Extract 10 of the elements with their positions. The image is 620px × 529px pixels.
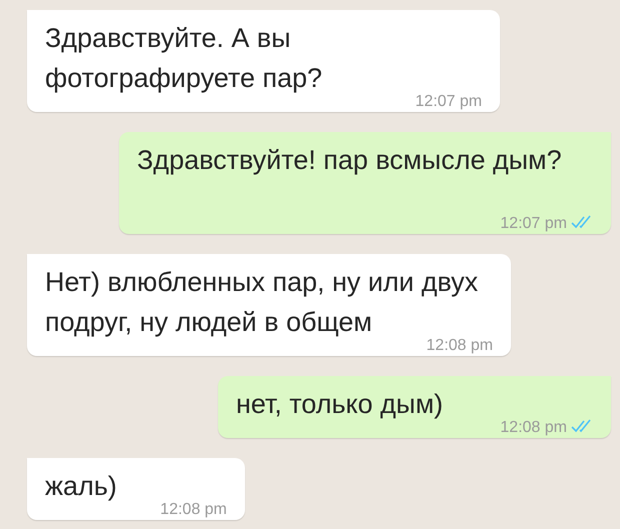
message-time: 12:07 pm [500, 215, 593, 232]
message-text: Здравствуйте. А вы фотографируете пар? [45, 23, 322, 93]
message-time: 12:08 pm [160, 502, 227, 518]
message-text: жаль) [45, 471, 117, 501]
message-time: 12:08 pm [426, 338, 493, 354]
message-time: 12:08 pm [500, 419, 593, 436]
message-text: Нет) влюбленных пар, ну или двух подруг, ну людей в общем [45, 267, 478, 337]
message-time: 12:07 pm [415, 94, 482, 110]
message-text: Здравствуйте! пар всмысле дым? [137, 145, 562, 175]
message-text: нет, только дым) [236, 389, 443, 419]
